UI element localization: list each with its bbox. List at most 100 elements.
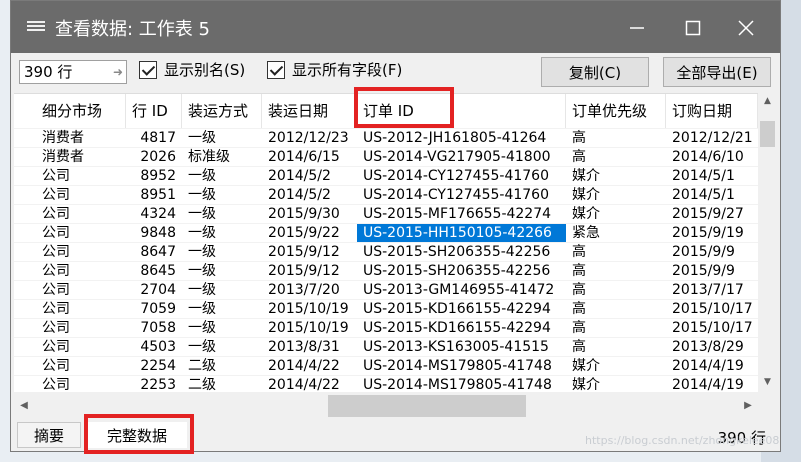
table-cell[interactable]: US-2014-MS179805-41748	[357, 357, 566, 376]
table-cell[interactable]: 2013/8/29	[666, 338, 758, 357]
table-cell[interactable]: 2013/7/17	[666, 281, 758, 300]
scroll-down-icon[interactable]: ▼	[758, 374, 777, 391]
column-header[interactable]: 行 ID	[126, 94, 182, 128]
table-cell[interactable]: 2012/12/21	[666, 129, 758, 148]
table-cell[interactable]: US-2015-KD166155-42294	[357, 300, 566, 319]
show-alias-checkbox[interactable]: 显示别名(S)	[139, 59, 245, 80]
table-cell[interactable]: 2015/9/22	[262, 224, 357, 243]
table-cell[interactable]: US-2014-MS179805-41748	[357, 376, 566, 392]
table-cell[interactable]: US-2015-SH206355-42256	[357, 243, 566, 262]
table-cell[interactable]: 4503	[126, 338, 182, 357]
table-cell[interactable]: 2015/9/19	[666, 224, 758, 243]
vertical-scroll-thumb[interactable]	[760, 121, 775, 147]
table-cell[interactable]: 公司	[36, 205, 126, 224]
table-cell[interactable]: 一级	[182, 167, 262, 186]
vertical-scrollbar[interactable]: ▲ ▼	[758, 93, 777, 391]
table-cell[interactable]: 媒介	[566, 186, 666, 205]
table-cell[interactable]: US-2015-HH150105-42266	[357, 224, 566, 243]
table-cell[interactable]: 8645	[126, 262, 182, 281]
table-cell[interactable]: 一级	[182, 281, 262, 300]
table-cell[interactable]: 2013/8/31	[262, 338, 357, 357]
table-row[interactable]: 公司 9848 一级 2015/9/22 US-2015-HH150105-42266 紧…	[14, 223, 758, 243]
column-header[interactable]: 装运方式	[182, 94, 262, 128]
column-header[interactable]: 订单 ID	[357, 94, 566, 128]
table-cell[interactable]: 公司	[36, 338, 126, 357]
table-row[interactable]: 公司 7059 一级 2015/10/19 US-2015-KD166155-42294…	[14, 299, 758, 318]
table-cell[interactable]: 高	[566, 148, 666, 167]
table-cell[interactable]: 公司	[36, 262, 126, 281]
table-cell[interactable]: 一级	[182, 243, 262, 262]
table-cell[interactable]: 2014/5/2	[262, 186, 357, 205]
table-cell[interactable]: 高	[566, 338, 666, 357]
table-cell[interactable]: 高	[566, 129, 666, 148]
table-cell[interactable]: 2254	[126, 357, 182, 376]
table-cell[interactable]: US-2013-GM146955-41472	[357, 281, 566, 300]
table-cell[interactable]: 2015/9/9	[666, 243, 758, 262]
table-cell[interactable]: 2014/5/2	[262, 167, 357, 186]
table-cell[interactable]: US-2014-CY127455-41760	[357, 167, 566, 186]
table-row[interactable]: 消费者 2026 标准级 2014/6/15 US-2014-VG217905-4180…	[14, 147, 758, 166]
maximize-button[interactable]	[673, 11, 713, 45]
column-header[interactable]: 装运日期	[262, 94, 357, 128]
table-cell[interactable]: 7059	[126, 300, 182, 319]
table-cell[interactable]: 2015/9/30	[262, 205, 357, 224]
table-cell[interactable]: 2014/5/1	[666, 186, 758, 205]
table-row[interactable]: 消费者 4817 一级 2012/12/23 US-2012-JH161805-4126…	[14, 128, 758, 147]
minimize-button[interactable]	[617, 11, 657, 45]
close-button[interactable]	[726, 11, 766, 45]
scroll-up-icon[interactable]: ▲	[758, 93, 777, 110]
table-cell[interactable]: 9848	[126, 224, 182, 243]
table-cell[interactable]: 8951	[126, 186, 182, 205]
table-cell[interactable]: 一级	[182, 205, 262, 224]
scroll-right-icon[interactable]: ▶	[738, 393, 758, 419]
export-all-button[interactable]: 全部导出(E)	[663, 57, 771, 87]
table-cell[interactable]: US-2013-KS163005-41515	[357, 338, 566, 357]
horizontal-scrollbar[interactable]: ◀ ▶	[14, 393, 758, 419]
table-cell[interactable]: 2015/9/12	[262, 243, 357, 262]
table-row[interactable]: 公司 4503 一级 2013/8/31 US-2013-KS163005-41515 高…	[14, 337, 758, 356]
tab-summary[interactable]: 摘要	[17, 422, 81, 448]
table-cell[interactable]: 2012/12/23	[262, 129, 357, 148]
table-row[interactable]: 公司 8951 一级 2014/5/2 US-2014-CY127455-41760 媒介…	[14, 185, 758, 204]
table-cell[interactable]: 2013/7/20	[262, 281, 357, 300]
table-cell[interactable]: 2015/9/27	[666, 205, 758, 224]
table-cell[interactable]: 高	[566, 243, 666, 262]
table-cell[interactable]: US-2015-MF176655-42274	[357, 205, 566, 224]
table-cell[interactable]: US-2014-VG217905-41800	[357, 148, 566, 167]
table-cell[interactable]: 高	[566, 262, 666, 281]
table-cell[interactable]: 公司	[36, 376, 126, 392]
table-cell[interactable]: 2014/4/22	[262, 376, 357, 392]
table-row[interactable]: 公司 8645 一级 2015/9/12 US-2015-SH206355-42256 高…	[14, 261, 758, 280]
table-cell[interactable]: 二级	[182, 357, 262, 376]
table-cell[interactable]: 一级	[182, 338, 262, 357]
table-cell[interactable]: US-2015-KD166155-42294	[357, 319, 566, 338]
show-all-fields-checkbox[interactable]: 显示所有字段(F)	[267, 59, 402, 80]
table-cell[interactable]: 媒介	[566, 167, 666, 186]
arrow-right-icon[interactable]: ➜	[113, 61, 123, 83]
table-cell[interactable]: 公司	[36, 357, 126, 376]
table-cell[interactable]: 2704	[126, 281, 182, 300]
table-cell[interactable]: 媒介	[566, 205, 666, 224]
scroll-left-icon[interactable]: ◀	[14, 393, 34, 419]
table-cell[interactable]: 标准级	[182, 148, 262, 167]
table-row[interactable]: 公司 7058 一级 2015/10/19 US-2015-KD166155-42294…	[14, 318, 758, 337]
table-cell[interactable]: 2015/10/19	[262, 319, 357, 338]
table-cell[interactable]: 2015/10/19	[262, 300, 357, 319]
table-row[interactable]: 公司 8647 一级 2015/9/12 US-2015-SH206355-42256 高…	[14, 242, 758, 261]
table-row[interactable]: 公司 2704 一级 2013/7/20 US-2013-GM146955-41472 高…	[14, 280, 758, 299]
table-cell[interactable]: US-2015-SH206355-42256	[357, 262, 566, 281]
table-cell[interactable]: 公司	[36, 224, 126, 243]
table-row[interactable]: 公司 2253 二级 2014/4/22 US-2014-MS179805-41748 媒…	[14, 375, 758, 392]
column-header[interactable]: 订购日期	[666, 94, 758, 128]
table-cell[interactable]: 2015/10/17	[666, 300, 758, 319]
horizontal-scroll-thumb[interactable]	[328, 395, 526, 417]
table-cell[interactable]: 4324	[126, 205, 182, 224]
table-cell[interactable]: 2015/9/12	[262, 262, 357, 281]
table-cell[interactable]: 一级	[182, 224, 262, 243]
table-cell[interactable]: 2014/6/15	[262, 148, 357, 167]
table-cell[interactable]: 高	[566, 281, 666, 300]
row-count-selector[interactable]: 390 行 ➜	[19, 60, 127, 84]
table-row[interactable]: 公司 2254 二级 2014/4/22 US-2014-MS179805-41748 媒…	[14, 356, 758, 375]
table-row[interactable]: 公司 4324 一级 2015/9/30 US-2015-MF176655-42274 媒…	[14, 204, 758, 223]
table-cell[interactable]: 2014/5/1	[666, 167, 758, 186]
